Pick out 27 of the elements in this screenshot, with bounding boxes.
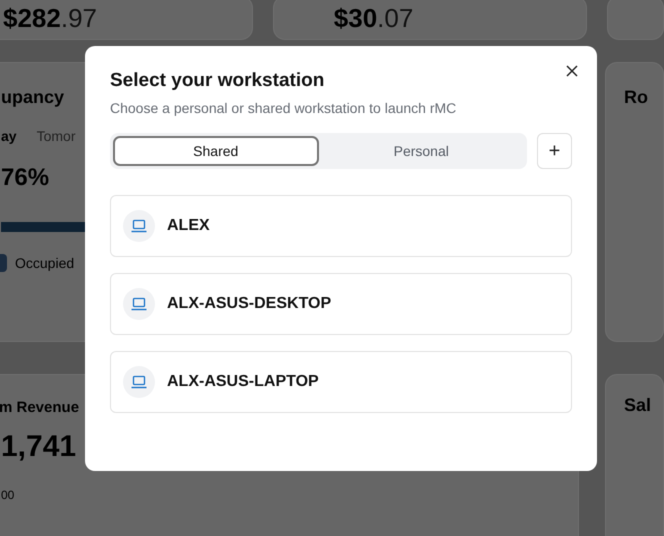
workstation-name: ALX-ASUS-LAPTOP [167,373,319,391]
laptop-icon [123,366,155,398]
workstation-tab[interactable]: Shared [113,136,318,166]
dialog-title: Select your workstation [110,70,326,92]
card-background [607,0,664,40]
amount-text: $30.07 [334,5,414,31]
dialog-subtitle: Choose a personal or shared workstation to launch rMC [110,100,456,116]
legend-label: Occupied [15,255,74,271]
axis-label: 00 [1,488,14,502]
laptop-icon [123,288,155,320]
close-icon[interactable] [566,65,578,77]
day-tab[interactable]: ay [1,122,33,150]
card-title: Sal [624,395,652,415]
workstation-tab[interactable]: Personal [318,136,524,166]
amount-text: $282.97 [3,5,97,31]
card-title: Ro [624,87,648,107]
workstation-item[interactable]: ALX-ASUS-LAPTOP [110,351,572,413]
occupancy-value: 76% [1,164,50,192]
workstation-item[interactable]: ALX-ASUS-DESKTOP [110,273,572,335]
add-button[interactable]: + [537,133,572,169]
card-title: m Revenue [0,399,80,416]
workstation-name: ALEX [167,217,210,235]
revenue-value: 1,741 [1,430,76,464]
laptop-icon [123,210,155,242]
workstation-name: ALX-ASUS-DESKTOP [167,295,332,313]
workstation-item[interactable]: ALEX [110,195,572,257]
card-title: upancy [1,87,64,108]
